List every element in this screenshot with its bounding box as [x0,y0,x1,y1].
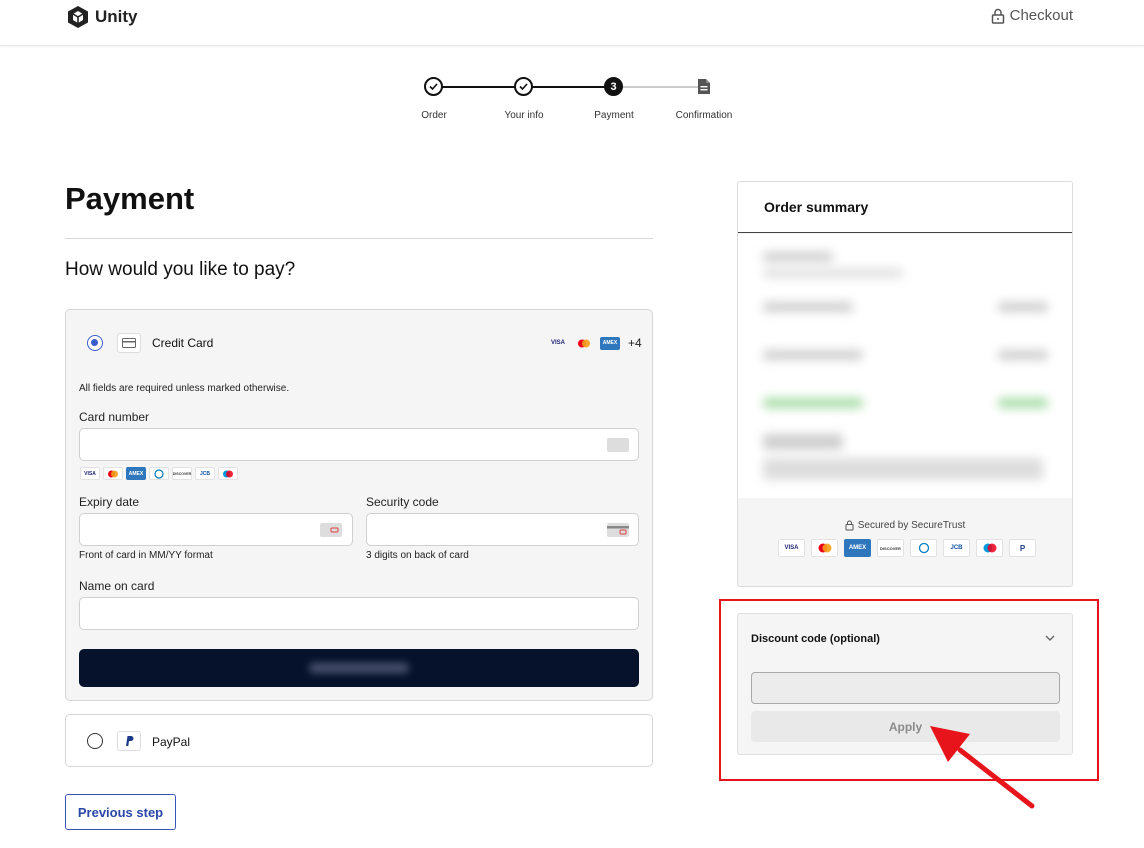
required-fields-note: All fields are required unless marked ot… [79,383,290,394]
blurred-row [763,252,833,262]
check-icon [519,83,528,91]
lock-icon [845,520,854,531]
step-order-circle [424,77,443,96]
card-number-label: Card number [79,410,150,424]
blurred-row [998,302,1048,312]
expiry-date-input[interactable] [79,513,353,546]
expiry-date-label: Expiry date [79,495,140,509]
paypal-method-icon [117,731,141,751]
discover-icon: DISCOVER [877,539,904,557]
blurred-discount-row [763,398,863,408]
maestro-icon [976,539,1003,557]
card-front-icon [320,523,342,537]
name-on-card-label: Name on card [79,579,155,593]
credit-card-method-icon [117,333,141,353]
payment-question: How would you like to pay? [65,259,296,280]
secured-by-label: Secured by SecureTrust [738,520,1072,531]
amex-icon: AMEX [126,467,146,480]
pay-button-blurred-label [309,663,409,673]
paypal-radio[interactable] [87,733,103,749]
card-back-icon [607,523,629,537]
expiry-hint: Front of card in MM/YY format [79,550,213,561]
credit-card-panel: Credit Card VISA AMEX +4 All fields are … [65,309,653,701]
paypal-panel[interactable]: PayPal [65,714,653,767]
card-icon [122,338,136,348]
order-summary: Order summary Secured by SecureTrust VIS… [737,181,1073,587]
step-label-order: Order [421,110,447,121]
discount-code-input[interactable] [751,672,1060,704]
step-confirmation-icon [694,77,713,96]
amex-icon: AMEX [844,539,871,557]
paypal-label: PayPal [152,735,191,749]
diners-icon [149,467,169,480]
discount-code-panel: Discount code (optional) Apply [737,613,1073,755]
step-label-confirmation: Confirmation [675,110,733,121]
discover-icon: DISCOVER [172,467,192,480]
check-icon [429,83,438,91]
jcb-icon: JCB [943,539,970,557]
credit-card-label: Credit Card [152,336,214,350]
security-code-label: Security code [366,495,439,509]
mastercard-icon [574,337,594,350]
blurred-discount-row [998,398,1048,408]
order-summary-title: Order summary [764,199,869,215]
previous-step-button[interactable]: Previous step [65,794,176,830]
card-number-input[interactable] [79,428,639,461]
name-on-card-input[interactable] [79,597,639,630]
page-title: Payment [65,181,195,216]
blurred-row [763,268,903,278]
secured-by-text: Secured by SecureTrust [857,520,966,531]
paypal-icon: P [1009,539,1036,557]
pay-button[interactable] [79,649,639,687]
visa-icon: VISA [778,539,805,557]
step-line-pending [614,86,704,88]
summary-card-brands: VISA AMEX DISCOVER JCB P [778,539,1036,557]
visa-icon: VISA [550,340,565,346]
checkout-stepper: 3 Order Your info Payment Confirmation [0,0,1144,130]
order-summary-header: Order summary [738,182,1072,233]
generic-card-icon [607,438,629,452]
visa-icon: VISA [80,467,100,480]
mastercard-icon [103,467,123,480]
chevron-down-icon[interactable] [1044,634,1056,642]
document-icon [697,79,710,94]
apply-button[interactable]: Apply [751,711,1060,742]
header-card-brands: VISA AMEX +4 [548,336,642,350]
step-payment-circle: 3 [604,77,623,96]
order-summary-blurred-content [738,234,1072,498]
amex-icon: AMEX [600,336,620,350]
step-label-your-info: Your info [504,110,544,121]
discount-code-title[interactable]: Discount code (optional) [751,633,880,645]
title-divider [65,238,653,239]
field-card-brands: VISA AMEX DISCOVER JCB [80,467,238,480]
security-code-hint: 3 digits on back of card [366,550,469,561]
credit-card-radio[interactable] [87,335,103,351]
blurred-row [763,434,843,450]
blurred-row [763,350,863,360]
blurred-row [763,458,1043,480]
diners-icon [910,539,937,557]
jcb-icon: JCB [195,467,215,480]
mastercard-icon [811,539,838,557]
more-brands-count: +4 [628,336,642,350]
step-label-payment: Payment [594,110,634,121]
maestro-icon [218,467,238,480]
blurred-row [763,302,853,312]
blurred-row [998,350,1048,360]
paypal-icon [126,736,134,746]
security-code-input[interactable] [366,513,639,546]
step-your-info-circle [514,77,533,96]
